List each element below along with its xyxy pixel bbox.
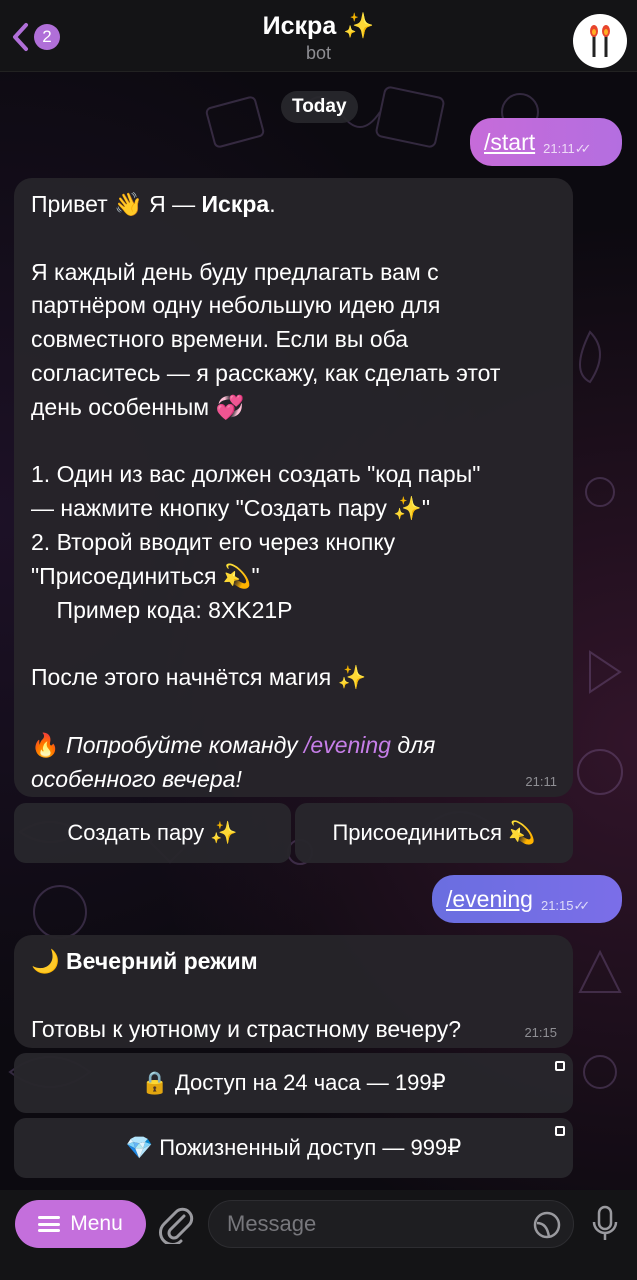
create-pair-button[interactable]: Создать пару ✨ — [14, 803, 291, 863]
message-line: 🔥 Попробуйте команду /evening для — [31, 731, 436, 758]
chat-title-area[interactable]: Искра ✨ bot — [0, 12, 637, 64]
message-input-bar: Menu — [0, 1190, 637, 1280]
message-input[interactable] — [227, 1201, 527, 1247]
message-line: Я каждый день буду предлагать вам с — [31, 258, 439, 285]
message-line: согласитесь — я расскажу, как сделать эт… — [31, 359, 501, 386]
read-checks-icon: ✓✓ — [573, 898, 591, 913]
menu-icon — [38, 1216, 61, 1232]
message-line: — нажмите кнопку "Создать пару ✨" — [31, 495, 431, 522]
message-line: "Присоединиться 💫" — [31, 562, 260, 589]
chat-header: 2 Искра ✨ bot — [0, 0, 637, 72]
access-24h-button[interactable]: 🔒 Доступ на 24 часа — 199₽ — [14, 1053, 573, 1113]
message-line: Привет 👋 Я — Искра. — [31, 191, 276, 217]
message-time: 21:15✓✓ — [540, 898, 591, 913]
message-line: 2. Второй вводит его через кнопку — [31, 528, 396, 555]
date-separator: Today — [281, 91, 358, 123]
chat-subtitle: bot — [305, 43, 332, 63]
message-time: 21:15 — [524, 1025, 557, 1040]
microphone-icon[interactable] — [590, 1204, 620, 1244]
message-line — [31, 425, 555, 459]
message-line: Пример кода: 8XK21P — [31, 596, 293, 623]
join-button[interactable]: Присоединиться 💫 — [295, 803, 573, 863]
message-line: партнёром одну небольшую идею для — [31, 292, 441, 319]
menu-label: Menu — [70, 1212, 123, 1235]
message-line: Готовы к уютному и страстному вечеру? — [31, 1015, 462, 1042]
message-field[interactable] — [208, 1200, 574, 1248]
message-time: 21:11✓✓ — [543, 141, 592, 156]
message-command-link[interactable]: /start — [484, 129, 535, 166]
message-line: совместного времени. Если вы оба — [31, 326, 409, 353]
message-heading: 🌙 Вечерний режим — [31, 948, 258, 974]
outgoing-message-start: /start 21:11✓✓ — [470, 118, 622, 166]
message-command-link[interactable]: /evening — [446, 886, 533, 923]
bot-avatar[interactable] — [573, 14, 627, 68]
message-line — [31, 979, 555, 1013]
read-checks-icon: ✓✓ — [574, 141, 592, 156]
incoming-message-welcome: Привет 👋 Я — Искра. Я каждый день буду п… — [14, 178, 573, 797]
matches-icon — [590, 25, 610, 57]
message-line: день особенным 💞 — [31, 393, 245, 420]
access-24h-label: 🔒 Доступ на 24 часа — 199₽ — [141, 1070, 446, 1095]
paperclip-icon[interactable] — [158, 1206, 194, 1244]
message-line: особенного вечера! — [31, 765, 242, 792]
web-app-indicator-icon — [555, 1126, 565, 1136]
lifetime-access-label: 💎 Пожизненный доступ — 999₽ — [125, 1135, 462, 1160]
message-line: После этого начнётся магия ✨ — [31, 664, 367, 691]
web-app-indicator-icon — [555, 1061, 565, 1071]
message-line — [31, 627, 555, 661]
message-line — [31, 222, 555, 256]
message-line: 1. Один из вас должен создать "код пары" — [31, 461, 481, 488]
sticker-icon[interactable] — [533, 1211, 561, 1239]
evening-command-link[interactable]: /evening — [304, 732, 391, 758]
chat-title: Искра ✨ — [262, 12, 375, 40]
incoming-message-evening: 🌙 Вечерний режим Готовы к уютному и стра… — [14, 935, 573, 1048]
message-time: 21:11 — [525, 774, 557, 789]
lifetime-access-button[interactable]: 💎 Пожизненный доступ — 999₽ — [14, 1118, 573, 1178]
message-line — [31, 695, 555, 729]
outgoing-message-evening: /evening 21:15✓✓ — [432, 875, 622, 923]
bot-menu-button[interactable]: Menu — [15, 1200, 146, 1248]
